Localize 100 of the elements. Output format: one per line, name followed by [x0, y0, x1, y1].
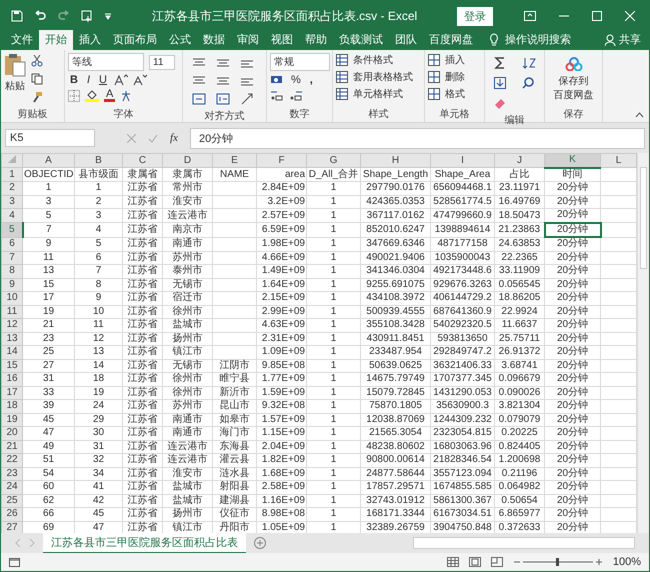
column-header[interactable]: D [162, 154, 212, 168]
sort-icon[interactable] [522, 57, 536, 69]
indent-icon[interactable] [216, 93, 230, 105]
format-painter-icon[interactable] [31, 91, 43, 103]
percent-button[interactable]: % [289, 74, 303, 86]
row-number[interactable]: 20 [2, 426, 22, 440]
page-layout-icon[interactable] [468, 557, 481, 567]
macro-record-icon[interactable] [9, 557, 20, 567]
font-shrink-icon[interactable] [132, 74, 147, 86]
ribbon-tab[interactable]: 审阅 [231, 30, 265, 50]
row-number[interactable]: 13 [2, 332, 22, 346]
ribbon-tab[interactable]: 文件 [5, 30, 39, 50]
ribbon-tab[interactable]: 插入 [73, 30, 107, 50]
row-number[interactable]: 12 [2, 318, 22, 332]
column-header[interactable]: C [122, 154, 162, 168]
font-name-field[interactable]: 等线 [68, 53, 144, 71]
row-number[interactable]: 25 [2, 494, 22, 508]
row-number[interactable]: 9 [2, 278, 22, 292]
align-icon[interactable] [216, 57, 230, 69]
zoom-slider-icon[interactable] [512, 557, 603, 567]
row-number[interactable]: 27 [2, 521, 22, 533]
bold-button[interactable]: B [68, 74, 80, 86]
name-box[interactable]: K5 [5, 129, 95, 147]
currency-icon[interactable] [270, 74, 284, 86]
font-grow-icon[interactable] [114, 74, 128, 86]
collapse-ribbon-icon[interactable] [635, 112, 644, 118]
tell-me-search[interactable]: 操作说明搜索 [505, 32, 571, 50]
row-number[interactable]: 5 [2, 222, 22, 237]
styles-menu-item[interactable]: 套用表格格式 [353, 70, 413, 84]
fill-icon[interactable] [494, 77, 506, 89]
row-number[interactable]: 19 [2, 413, 22, 426]
row-number[interactable]: 8 [2, 264, 22, 278]
font-color-button[interactable]: A [104, 89, 116, 102]
row-number[interactable]: 7 [2, 251, 22, 264]
insert-function-button[interactable]: fx [170, 132, 178, 144]
styles-menu-item[interactable]: 条件格式 [353, 53, 393, 67]
touch-mode-icon[interactable] [81, 10, 94, 22]
column-header[interactable]: L [600, 154, 637, 168]
paste-button[interactable]: 粘贴 [5, 79, 25, 93]
styles-menu-item[interactable]: 单元格样式 [353, 87, 403, 101]
row-number[interactable]: 4 [2, 208, 22, 222]
orientation-icon[interactable] [240, 93, 254, 105]
row-number[interactable]: 10 [2, 292, 22, 305]
font-size-field[interactable]: 11 [149, 54, 175, 70]
ribbon-tab[interactable]: 数据 [197, 30, 231, 50]
row-number[interactable]: 15 [2, 359, 22, 372]
copy-icon[interactable] [31, 73, 43, 85]
customize-icon[interactable] [104, 12, 112, 20]
row-number[interactable]: 3 [2, 195, 22, 208]
row-number[interactable]: 14 [2, 346, 22, 359]
close-icon[interactable] [625, 11, 635, 21]
save-icon[interactable] [11, 10, 23, 22]
row-number[interactable]: 21 [2, 440, 22, 454]
row-number[interactable]: 1 [2, 168, 22, 182]
number-format-field[interactable]: 常规 [270, 53, 330, 71]
ribbon-tab[interactable]: 负载测试 [333, 30, 389, 50]
cells-menu-item[interactable]: 插入 [445, 53, 465, 67]
vertical-scrollbar[interactable] [637, 153, 649, 533]
row-number[interactable]: 23 [2, 467, 22, 480]
cloud-icon[interactable] [564, 57, 582, 71]
horizontal-scrollbar[interactable] [413, 537, 635, 549]
sheet-tab[interactable]: 江苏各县市三甲医院服务区面积占比表 [43, 532, 246, 554]
share-button[interactable]: 共享 [619, 32, 641, 50]
ribbon-tab[interactable]: 百度网盘 [423, 30, 479, 50]
ribbon-tab[interactable]: 帮助 [299, 30, 333, 50]
ribbon-tab[interactable]: 开始 [39, 30, 73, 50]
ribbon-display-icon[interactable] [524, 11, 536, 21]
row-number[interactable]: 17 [2, 386, 22, 400]
formula-field[interactable]: 20分钟 [190, 128, 645, 148]
decrease-decimal-icon[interactable] [289, 89, 303, 101]
column-header[interactable]: G [306, 154, 360, 168]
italic-button[interactable]: I [84, 74, 92, 86]
increase-decimal-icon[interactable] [270, 89, 284, 101]
ribbon-tab[interactable]: 页面布局 [107, 30, 163, 50]
ribbon-tab[interactable]: 团队 [389, 30, 423, 50]
ribbon-tab[interactable]: 视图 [265, 30, 299, 50]
indent-icon[interactable] [192, 93, 206, 105]
save-to-cloud-button[interactable]: 保存到 百度网盘 [554, 74, 594, 102]
align-icon[interactable] [216, 75, 230, 87]
column-header[interactable]: A [22, 154, 74, 168]
borders-icon[interactable] [68, 90, 80, 102]
cells-menu-item[interactable]: 删除 [445, 70, 465, 84]
login-button[interactable]: 登录 [457, 6, 493, 26]
column-header[interactable]: E [212, 154, 256, 168]
fill-color-icon[interactable] [85, 89, 99, 102]
column-header[interactable]: H [360, 154, 430, 168]
eraser-icon[interactable] [494, 97, 506, 109]
row-number[interactable]: 24 [2, 480, 22, 494]
column-header[interactable]: B [74, 154, 122, 168]
add-sheet-icon[interactable] [254, 537, 266, 549]
phonetic-icon[interactable] [120, 90, 132, 102]
column-header[interactable]: J [494, 154, 544, 168]
row-number[interactable]: 16 [2, 372, 22, 386]
column-header[interactable]: I [430, 154, 494, 168]
search-icon[interactable] [522, 77, 534, 89]
page-break-icon[interactable] [490, 557, 503, 567]
row-number[interactable]: 22 [2, 454, 22, 467]
normal-view-icon[interactable] [446, 557, 459, 567]
column-header[interactable]: F [256, 154, 306, 168]
row-number[interactable]: 26 [2, 508, 22, 521]
